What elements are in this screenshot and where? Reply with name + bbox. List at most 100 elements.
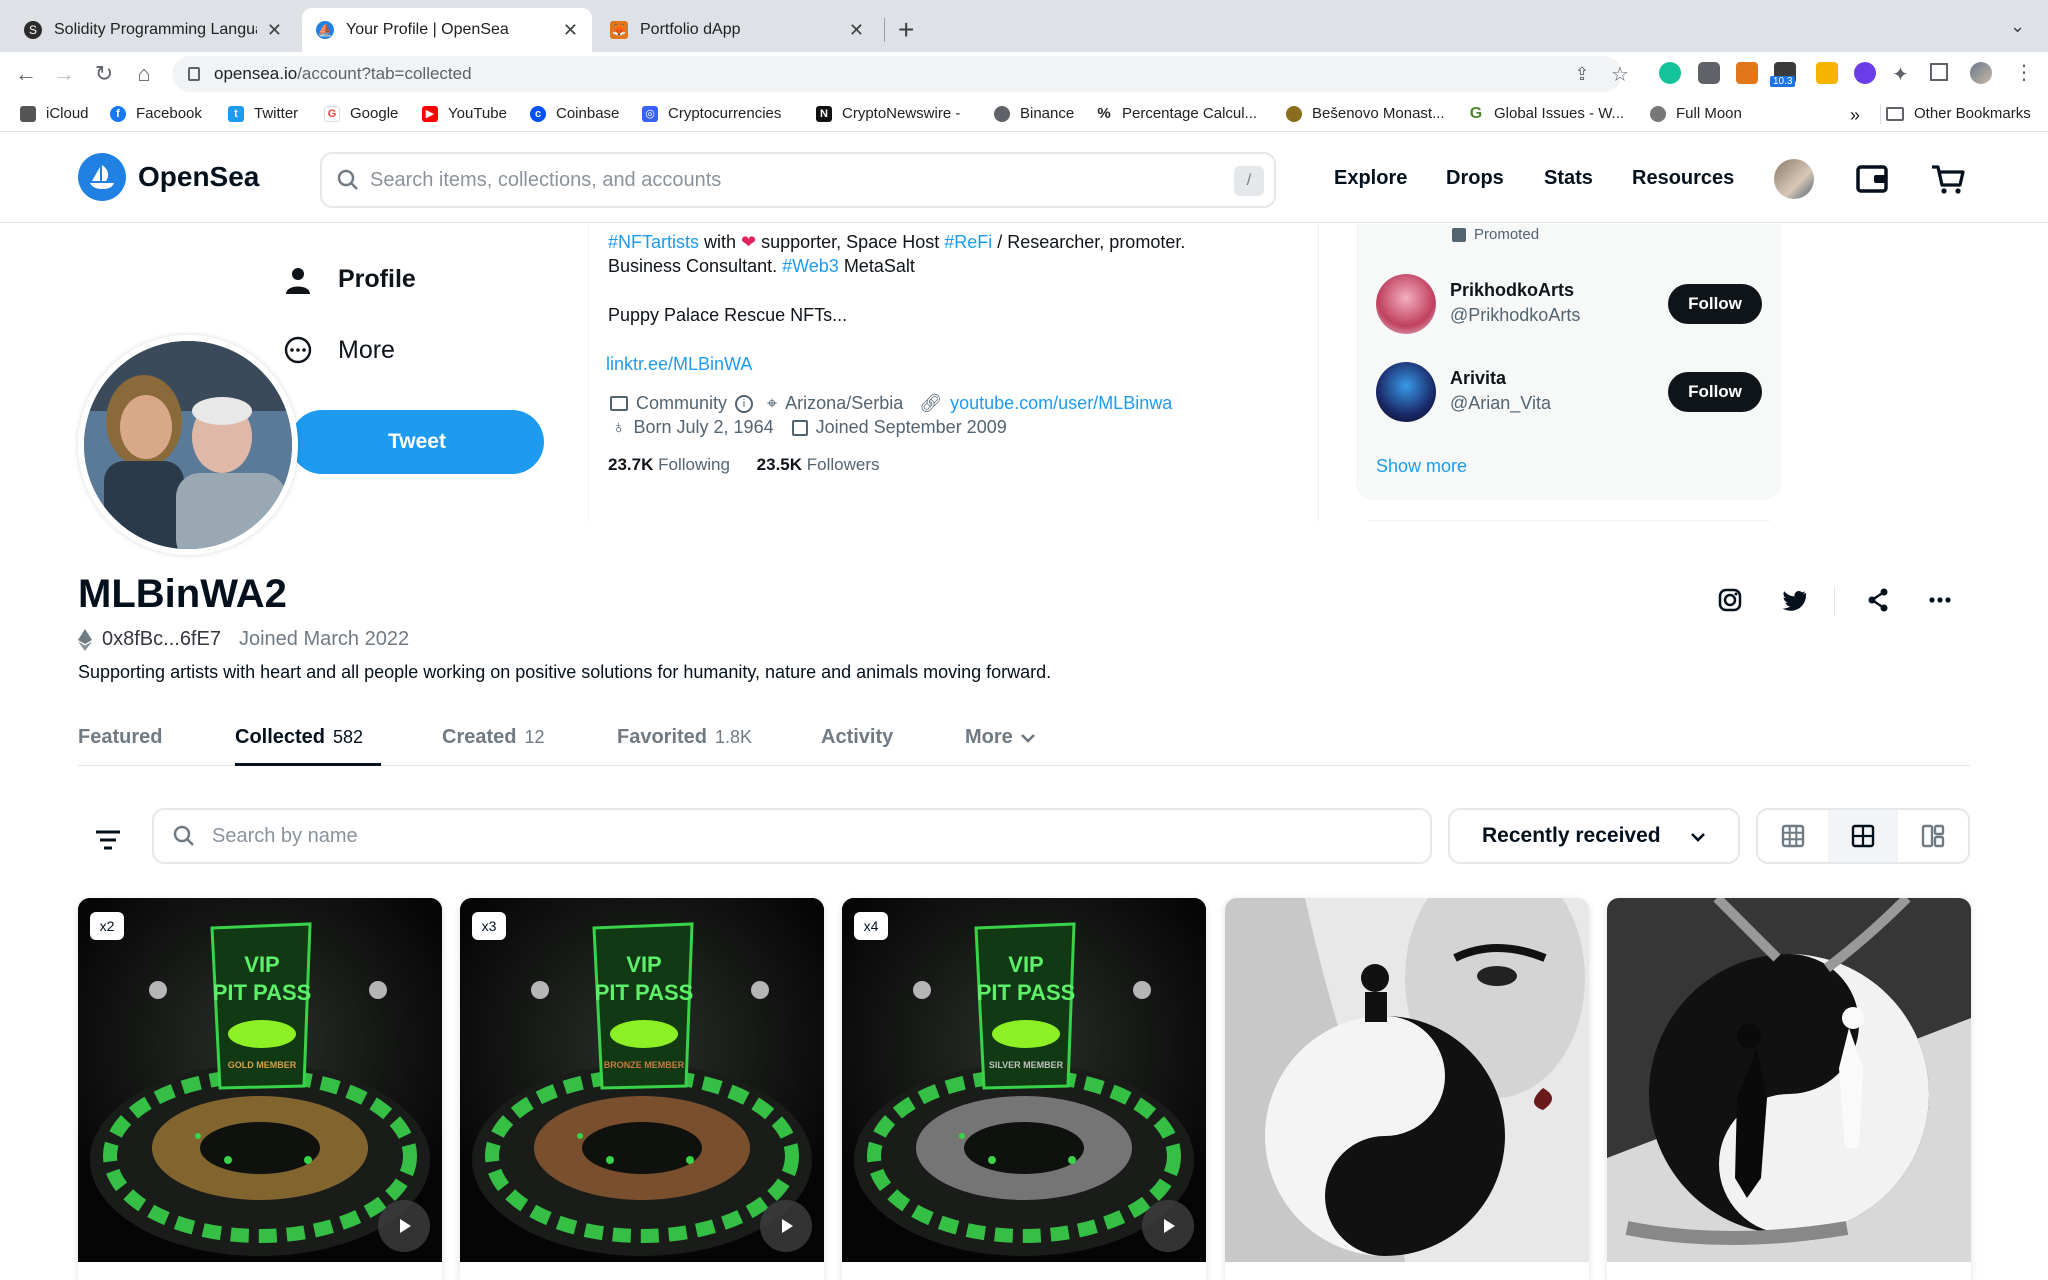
tab-more[interactable]: More — [965, 726, 1037, 749]
nft-card[interactable]: VIP PIT PASS BRONZE MEMBER x3 — [460, 898, 824, 1280]
back-arrow-icon[interactable]: ← — [12, 60, 40, 88]
share-icon[interactable] — [1862, 584, 1894, 616]
new-tab-button[interactable]: + — [898, 14, 914, 46]
profile-avatar[interactable] — [78, 335, 298, 555]
metamask-extension-icon[interactable] — [1736, 62, 1758, 84]
tab-featured[interactable]: Featured — [78, 726, 162, 749]
tab-created[interactable]: Created 12 — [442, 726, 545, 749]
tab-label: More — [965, 726, 1013, 748]
social-divider — [1834, 586, 1835, 616]
bookmark-youtube[interactable]: ▶ YouTube — [422, 105, 507, 122]
mosaic-view-button[interactable] — [1898, 810, 1968, 862]
bookmark-facebook[interactable]: f Facebook — [110, 105, 202, 122]
info-icon: i — [735, 394, 754, 413]
browser-tab-portfolio[interactable]: 🦊 Portfolio dApp ✕ — [596, 8, 878, 52]
bookmark-cryptocurrencies[interactable]: ◎ Cryptocurrencies — [642, 105, 781, 122]
bookmark-percentage[interactable]: % Percentage Calcul... — [1096, 105, 1257, 122]
close-tab-icon[interactable]: ✕ — [563, 20, 578, 41]
grammarly-extension-icon[interactable] — [1659, 62, 1681, 84]
forward-arrow-icon[interactable]: → — [50, 60, 78, 88]
twitter-icon[interactable] — [1778, 584, 1810, 616]
person-icon — [286, 268, 310, 294]
tab-label: Favorited — [617, 726, 708, 748]
tab-favorited[interactable]: Favorited 1.8K — [617, 726, 752, 749]
nft-card[interactable]: VIP PIT PASS SILVER MEMBER x4 — [842, 898, 1206, 1280]
tab-search-chevron-icon[interactable]: ⌄ — [2010, 16, 2025, 37]
instagram-icon[interactable] — [1714, 584, 1746, 616]
browser-tab-solidity[interactable]: S Solidity Programming Languag ✕ — [10, 8, 296, 52]
follow-button: Follow — [1668, 372, 1762, 412]
banner-divider — [588, 224, 589, 522]
grid-small-view-button[interactable] — [1758, 810, 1828, 862]
opensea-brand-name[interactable]: OpenSea — [138, 161, 259, 193]
suggest-handle: @Arian_Vita — [1450, 393, 1551, 413]
bookmarks-divider — [1880, 104, 1881, 124]
bookmark-cryptonewswire[interactable]: N CryptoNewswire - — [816, 105, 960, 122]
share-page-icon[interactable]: ⇪ — [1568, 60, 1596, 88]
website-link: youtube.com/user/MLBinwa — [950, 393, 1173, 413]
other-bookmarks[interactable]: Other Bookmarks — [1886, 105, 2031, 122]
tab-activity[interactable]: Activity — [821, 726, 893, 749]
play-video-button[interactable] — [760, 1200, 812, 1252]
bookmark-twitter[interactable]: t Twitter — [228, 105, 298, 122]
home-icon[interactable]: ⌂ — [130, 60, 158, 88]
shield-extension-icon[interactable] — [1698, 62, 1720, 84]
cart-icon[interactable] — [1928, 159, 1968, 199]
folder-icon — [1886, 106, 1904, 121]
nav-drops[interactable]: Drops — [1446, 167, 1504, 190]
nft-card[interactable] — [1607, 898, 1971, 1280]
vip-text: VIP — [1008, 952, 1043, 977]
bookmarks-overflow-button[interactable]: » — [1850, 105, 1860, 126]
bookmark-google[interactable]: G Google — [324, 105, 398, 122]
pit-pass-text: PIT PASS — [213, 980, 312, 1005]
bookmark-label: Other Bookmarks — [1914, 105, 2031, 122]
globe-icon — [994, 105, 1010, 122]
nft-card[interactable]: VIP PIT PASS GOLD MEMBER x2 — [78, 898, 442, 1280]
play-video-button[interactable] — [1142, 1200, 1194, 1252]
browser-tab-opensea[interactable]: ⛵ Your Profile | OpenSea ✕ — [302, 8, 592, 52]
bookmark-besenovo[interactable]: Bešenovo Monast... — [1286, 105, 1445, 122]
wallet-icon[interactable] — [1852, 159, 1892, 199]
chevron-down-icon — [1691, 833, 1705, 842]
promoted-icon — [1452, 227, 1466, 242]
ring-extension-icon[interactable] — [1854, 62, 1876, 84]
bookmark-binance[interactable]: Binance — [994, 105, 1074, 122]
side-panel-icon[interactable] — [1930, 63, 1948, 81]
quantity-badge: x2 — [90, 912, 124, 940]
address-bar[interactable]: opensea.io/account?tab=collected — [172, 56, 1622, 92]
grid-large-view-button[interactable] — [1828, 810, 1898, 862]
account-avatar[interactable] — [1774, 159, 1814, 199]
nft-card[interactable] — [1225, 898, 1589, 1280]
wallet-address[interactable]: 0x8fBc...6fE7 — [102, 628, 221, 651]
nav-stats[interactable]: Stats — [1544, 167, 1593, 190]
reload-icon[interactable]: ↻ — [90, 60, 118, 88]
opensea-logo-icon[interactable] — [78, 153, 126, 201]
sort-select[interactable]: Recently received — [1448, 808, 1740, 864]
twitter-bio-line3: Puppy Palace Rescue NFTs... — [608, 305, 848, 325]
bookmark-star-icon[interactable]: ☆ — [1606, 60, 1634, 88]
chrome-menu-icon[interactable]: ⋮ — [2014, 60, 2034, 85]
nav-resources[interactable]: Resources — [1632, 167, 1734, 190]
bookmark-label: Facebook — [136, 105, 202, 122]
bookmark-coinbase[interactable]: c Coinbase — [530, 105, 619, 122]
close-tab-icon[interactable]: ✕ — [267, 20, 282, 41]
bookmark-icloud[interactable]: iCloud — [20, 105, 89, 122]
filter-icon[interactable] — [88, 820, 128, 860]
nav-explore[interactable]: Explore — [1334, 167, 1407, 190]
play-video-button[interactable] — [378, 1200, 430, 1252]
bookmark-label: Coinbase — [556, 105, 620, 122]
chrome-profile-avatar[interactable] — [1970, 62, 1992, 84]
more-options-icon[interactable] — [1924, 584, 1956, 616]
close-tab-icon[interactable]: ✕ — [849, 20, 864, 41]
youtube-icon: ▶ — [422, 105, 438, 122]
tab-collected[interactable]: Collected 582 — [235, 726, 363, 749]
puzzle-extensions-icon[interactable]: ✦ — [1892, 62, 1909, 87]
bookmark-label: Twitter — [254, 105, 299, 122]
global-search-input[interactable]: Search items, collections, and accounts … — [320, 152, 1276, 208]
search-by-name-input[interactable]: Search by name — [152, 808, 1432, 864]
quantity-badge: x3 — [472, 912, 506, 940]
bookmark-full-moon[interactable]: Full Moon — [1650, 105, 1742, 122]
tab-title: Your Profile | OpenSea — [346, 21, 509, 38]
key-extension-icon[interactable] — [1816, 62, 1838, 84]
bookmark-global-issues[interactable]: G Global Issues - W... — [1468, 105, 1624, 122]
